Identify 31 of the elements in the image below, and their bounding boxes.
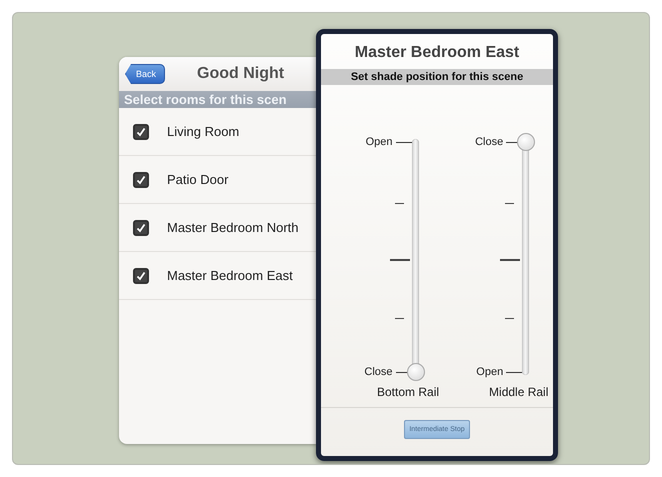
- slider-top-label: Open: [366, 136, 393, 148]
- slider-caption: Bottom Rail: [377, 385, 440, 399]
- tick-mark: [500, 259, 520, 262]
- back-button[interactable]: Back: [125, 64, 166, 84]
- scene-title: Good Night: [197, 65, 284, 83]
- slider-thumb[interactable]: [517, 133, 536, 151]
- dialog-title: Master Bedroom East: [354, 43, 520, 63]
- checkmark-icon: [136, 174, 146, 184]
- room-label: Patio Door: [167, 172, 228, 187]
- room-label: Master Bedroom North: [167, 220, 298, 235]
- slider-bottom-label: Open: [476, 366, 504, 378]
- slider-thumb[interactable]: [406, 363, 425, 381]
- checkmark-icon: [136, 126, 146, 136]
- slider-bottom-label: Close: [364, 366, 393, 378]
- tick-mark: [505, 202, 514, 204]
- section-header: Select rooms for this scen: [119, 91, 317, 108]
- checkbox[interactable]: [133, 220, 149, 236]
- tick-mark: [394, 318, 404, 320]
- tick-mark: [505, 318, 514, 320]
- slider-top-label: Close: [475, 136, 504, 148]
- checkbox[interactable]: [133, 172, 149, 188]
- checkmark-icon: [136, 270, 146, 280]
- tick-mark: [390, 259, 410, 262]
- room-label: Living Room: [167, 124, 240, 139]
- checkmark-icon: [136, 222, 146, 232]
- checkbox[interactable]: [133, 124, 149, 140]
- tick-mark: [394, 202, 404, 204]
- section-header: Set shade position for this scene: [321, 69, 553, 85]
- checkbox[interactable]: [133, 268, 149, 284]
- room-label: Master Bedroom East: [167, 268, 293, 283]
- slider-caption: Middle Rail: [489, 385, 548, 399]
